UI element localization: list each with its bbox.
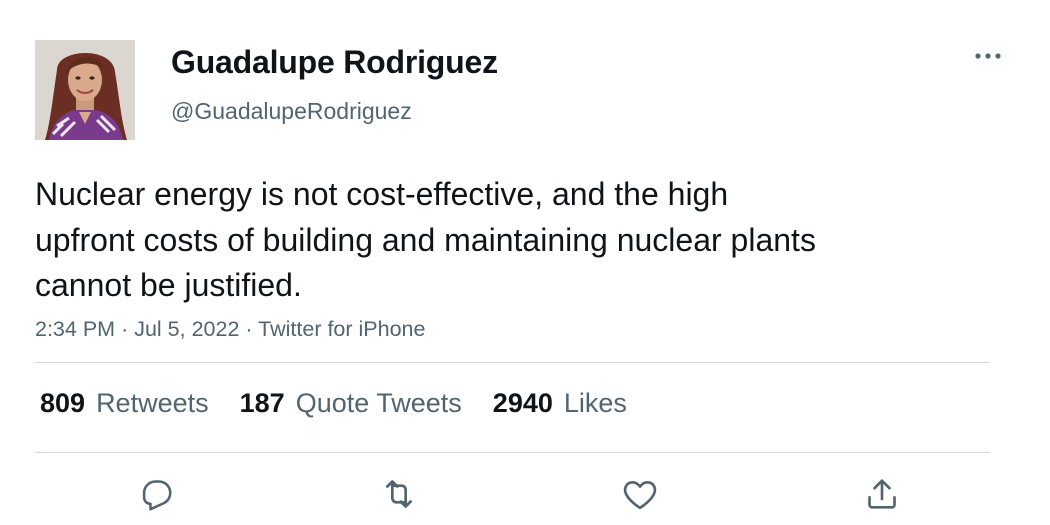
likes-label: Likes: [563, 388, 627, 418]
tweet-source[interactable]: Twitter for iPhone: [258, 317, 425, 341]
more-horizontal-icon: [975, 53, 1001, 59]
avatar[interactable]: [35, 40, 135, 140]
tweet-date[interactable]: Jul 5, 2022: [134, 317, 239, 341]
retweets-stat[interactable]: 809 Retweets: [40, 388, 209, 419]
retweet-icon: [386, 480, 412, 508]
retweets-count: 809: [40, 388, 86, 418]
likes-count: 2940: [492, 388, 553, 418]
retweets-label: Retweets: [96, 388, 209, 418]
author-handle[interactable]: @GuadalupeRodriguez: [171, 98, 412, 125]
tweet-action-bar: [0, 472, 1050, 517]
share-icon: [868, 479, 896, 509]
like-button[interactable]: [618, 472, 662, 516]
more-options-button[interactable]: [968, 44, 1008, 68]
likes-stat[interactable]: 2940 Likes: [493, 388, 627, 419]
meta-separator: ·: [121, 317, 129, 341]
tweet-meta: 2:34 PM · Jul 5, 2022 · Twitter for iPho…: [35, 317, 425, 342]
reply-button[interactable]: [134, 472, 178, 516]
quote-tweets-count: 187: [239, 388, 285, 418]
divider: [35, 362, 990, 363]
avatar-photo: [35, 40, 135, 140]
author-display-name[interactable]: Guadalupe Rodriguez: [171, 44, 498, 81]
tweet-stats: 809 Retweets 187 Quote Tweets 2940 Likes: [40, 388, 658, 419]
heart-icon: [623, 481, 657, 510]
tweet-time[interactable]: 2:34 PM: [35, 317, 115, 341]
retweet-button[interactable]: [377, 472, 421, 516]
quote-tweets-label: Quote Tweets: [295, 388, 462, 418]
divider: [35, 452, 990, 453]
share-button[interactable]: [860, 472, 904, 516]
tweet-text: Nuclear energy is not cost-effective, an…: [35, 176, 816, 303]
quote-tweets-stat[interactable]: 187 Quote Tweets: [240, 388, 462, 419]
meta-separator: ·: [245, 317, 253, 341]
reply-icon: [142, 480, 172, 511]
